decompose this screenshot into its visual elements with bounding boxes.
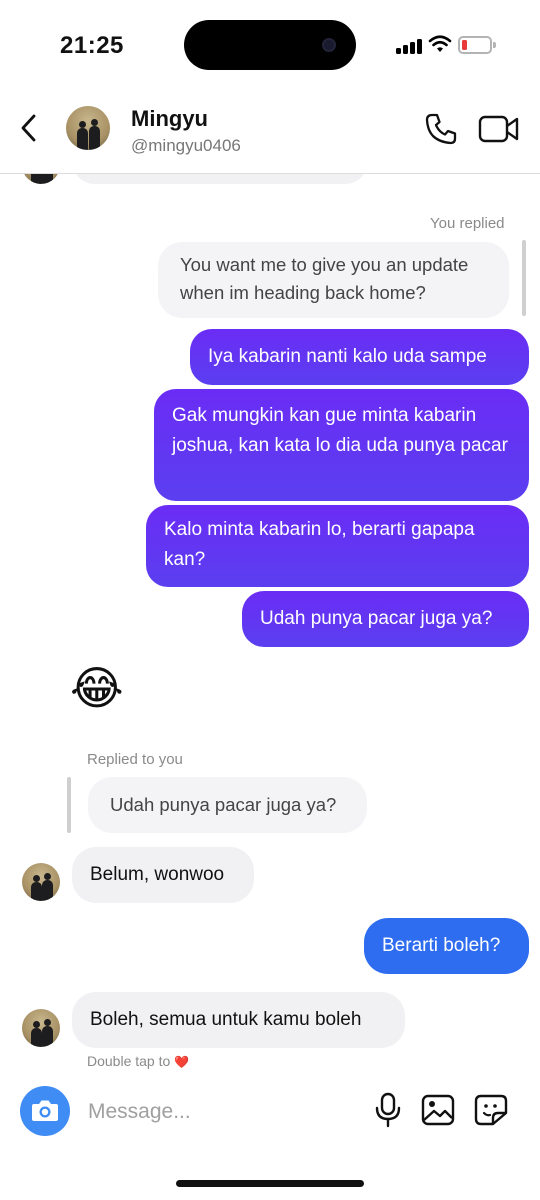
message-bubble-received[interactable]: Belum, wonwoo bbox=[72, 847, 254, 903]
emoji-message[interactable]: 😂 bbox=[70, 660, 124, 716]
battery-icon bbox=[458, 36, 496, 54]
chat-header: Mingyu @mingyu0406 bbox=[0, 92, 540, 174]
camera-icon bbox=[32, 1100, 58, 1121]
message-bubble-sent[interactable]: Gak mungkin kan gue minta kabarin joshua… bbox=[154, 389, 529, 501]
heart-icon: ❤️ bbox=[174, 1055, 190, 1069]
status-time: 21:25 bbox=[60, 32, 124, 59]
message-composer bbox=[0, 1074, 540, 1150]
message-bubble-sent[interactable]: Iya kabarin nanti kalo uda sampe bbox=[190, 329, 529, 385]
reply-quote-bubble[interactable]: Udah punya pacar juga ya? bbox=[88, 777, 367, 833]
avatar[interactable] bbox=[22, 174, 60, 184]
double-tap-hint: Double tap to ❤️ bbox=[87, 1053, 189, 1069]
gallery-icon[interactable] bbox=[421, 1094, 455, 1126]
reply-quote-bar bbox=[522, 240, 526, 316]
replied-to-you-label: Replied to you bbox=[87, 751, 183, 768]
message-thread[interactable]: You replied You want me to give you an u… bbox=[0, 174, 540, 1074]
camera-button[interactable] bbox=[20, 1086, 70, 1136]
message-bubble-sent[interactable]: Berarti boleh? bbox=[364, 918, 529, 974]
video-icon[interactable] bbox=[478, 114, 520, 144]
message-bubble-received[interactable]: Boleh, semua untuk kamu boleh bbox=[72, 992, 405, 1048]
avatar[interactable] bbox=[22, 1009, 60, 1047]
dynamic-island bbox=[184, 20, 356, 70]
message-input[interactable] bbox=[88, 1092, 348, 1132]
cellular-signal-icon bbox=[396, 38, 424, 54]
message-bubble-sent[interactable]: Udah punya pacar juga ya? bbox=[242, 591, 529, 647]
status-bar: 21:25 bbox=[0, 0, 540, 92]
call-icon[interactable] bbox=[424, 112, 458, 146]
avatar[interactable] bbox=[66, 106, 110, 150]
wifi-icon bbox=[428, 35, 452, 52]
avatar[interactable] bbox=[22, 863, 60, 901]
double-tap-label: Double tap to bbox=[87, 1053, 171, 1069]
message-bubble-sent[interactable]: Kalo minta kabarin lo, berarti gapapa ka… bbox=[146, 505, 529, 587]
contact-name[interactable]: Mingyu bbox=[131, 106, 208, 132]
sticker-icon[interactable] bbox=[474, 1094, 508, 1126]
reply-quote-bubble[interactable]: You want me to give you an update when i… bbox=[158, 242, 509, 318]
back-icon[interactable] bbox=[14, 110, 44, 146]
mic-icon[interactable] bbox=[374, 1092, 402, 1128]
home-indicator[interactable] bbox=[176, 1180, 364, 1187]
reply-quote-bar bbox=[67, 777, 71, 833]
message-bubble-received[interactable] bbox=[72, 174, 368, 184]
contact-handle[interactable]: @mingyu0406 bbox=[131, 136, 241, 156]
front-camera-icon bbox=[322, 38, 336, 52]
you-replied-label: You replied bbox=[430, 215, 505, 232]
